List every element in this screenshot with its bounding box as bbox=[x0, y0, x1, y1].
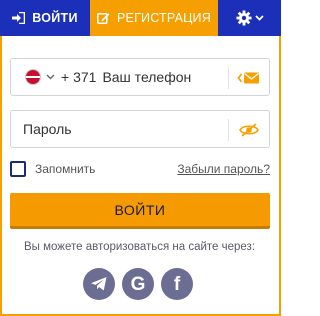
facebook-icon: f bbox=[173, 273, 181, 295]
social-login-buttons: G f bbox=[83, 268, 193, 300]
google-login-button[interactable]: G bbox=[122, 268, 154, 300]
chevron-down-icon bbox=[254, 15, 264, 21]
envelope-icon[interactable] bbox=[237, 68, 261, 88]
edit-icon bbox=[97, 12, 110, 24]
tab-login-label: ВОЙТИ bbox=[32, 11, 78, 25]
tab-login[interactable]: ВОЙТИ bbox=[0, 0, 90, 36]
telegram-login-button[interactable] bbox=[83, 268, 115, 300]
country-chevron-icon[interactable] bbox=[46, 74, 55, 80]
password-input[interactable] bbox=[23, 121, 223, 137]
auth-tabs: ВОЙТИ РЕГИСТРАЦИЯ bbox=[0, 0, 281, 36]
country-flag-icon[interactable] bbox=[25, 69, 41, 85]
phone-field: + 371 bbox=[10, 58, 270, 96]
forgot-password-link[interactable]: Забыли пароль? bbox=[177, 162, 270, 176]
remember-me: Запомнить bbox=[10, 161, 95, 177]
field-divider bbox=[228, 67, 229, 89]
tab-register[interactable]: РЕГИСТРАЦИЯ bbox=[90, 0, 218, 36]
field-divider bbox=[228, 119, 229, 141]
sign-in-icon bbox=[12, 12, 26, 24]
remember-label: Запомнить bbox=[35, 162, 96, 176]
remember-checkbox[interactable] bbox=[10, 161, 26, 177]
eye-slash-icon[interactable] bbox=[237, 120, 261, 140]
login-button[interactable]: ВОЙТИ bbox=[10, 193, 270, 229]
google-icon: G bbox=[130, 273, 146, 295]
facebook-login-button[interactable]: f bbox=[161, 268, 193, 300]
country-code: + 371 bbox=[61, 69, 97, 85]
password-field bbox=[10, 110, 270, 148]
settings-dropdown[interactable] bbox=[218, 0, 281, 36]
telegram-icon bbox=[90, 276, 108, 292]
gear-icon bbox=[236, 10, 252, 26]
tab-register-label: РЕГИСТРАЦИЯ bbox=[117, 11, 211, 25]
social-login-text: Вы можете авторизоваться на сайте через: bbox=[23, 241, 256, 253]
phone-input[interactable] bbox=[102, 69, 233, 85]
